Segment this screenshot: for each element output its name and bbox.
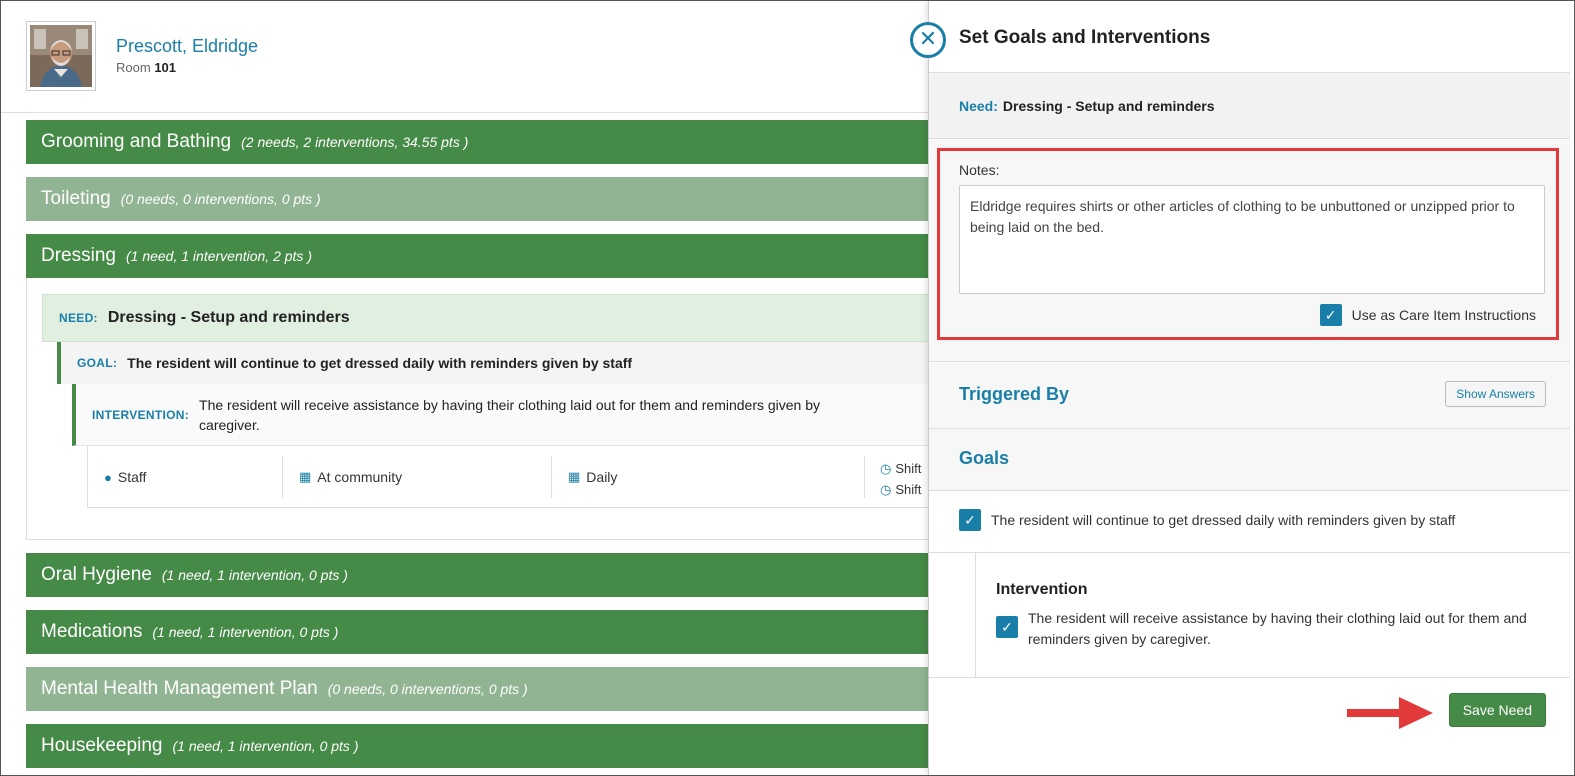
category-oral-hygiene[interactable]: Oral Hygiene (1 need, 1 intervention, 0 … [26, 553, 936, 597]
category-meta: (1 need, 1 intervention, 0 pts ) [161, 567, 348, 583]
category-name: Mental Health Management Plan [41, 678, 318, 699]
need-row[interactable]: NEED: Dressing - Setup and reminders [42, 294, 936, 342]
meta-shift-text: Shift [895, 461, 922, 476]
meta-shift-text: Shift [895, 482, 922, 497]
meta-location: ▦ At community [283, 456, 552, 498]
notes-textarea[interactable]: Eldridge requires shirts or other articl… [959, 185, 1545, 294]
goal-option[interactable]: ✓ The resident will continue to get dres… [959, 509, 1455, 531]
resident-avatar [26, 21, 96, 91]
resident-photo [30, 25, 92, 87]
meta-location-text: At community [317, 469, 403, 485]
intervention-title: Intervention [996, 581, 1088, 598]
care-item-instructions-option[interactable]: ✓ Use as Care Item Instructions [1319, 304, 1536, 326]
category-name: Medications [41, 621, 143, 642]
goal-text: The resident will continue to get dresse… [127, 355, 633, 371]
intervention-checkbox[interactable]: ✓ [996, 616, 1018, 638]
goals-title: Goals [959, 448, 1010, 468]
intervention-section: Intervention ✓ The resident will receive… [975, 553, 1570, 677]
category-mental-health[interactable]: Mental Health Management Plan (0 needs, … [26, 667, 936, 711]
category-medications[interactable]: Medications (1 need, 1 intervention, 0 p… [26, 610, 936, 654]
intervention-option[interactable]: ✓ The resident will receive assistance b… [996, 608, 1536, 650]
category-meta: (1 need, 1 intervention, 0 pts ) [152, 624, 339, 640]
care-plan-pane: Prescott, Eldridge Room 101 Grooming and… [1, 1, 936, 776]
category-toileting[interactable]: Toileting (0 needs, 0 interventions, 0 p… [26, 177, 936, 221]
panel-need-bar: Need: Dressing - Setup and reminders [929, 73, 1570, 139]
goal-row[interactable]: GOAL: The resident will continue to get … [57, 342, 936, 384]
close-icon[interactable]: ✕ [910, 22, 946, 58]
triggered-by-title: Triggered By [959, 384, 1070, 404]
panel-need-value: Dressing - Setup and reminders [1002, 97, 1215, 114]
meta-shifts: ◷ Shift ◷ Shift [880, 458, 921, 500]
triggered-by-section: Triggered By Show Answers [929, 363, 1570, 429]
care-item-checkbox[interactable]: ✓ [1319, 304, 1342, 326]
meta-staff: ● Staff [88, 456, 283, 498]
category-meta: (0 needs, 0 interventions, 0 pts ) [327, 681, 528, 697]
category-meta: (1 need, 1 intervention, 2 pts ) [125, 248, 312, 264]
category-dressing[interactable]: Dressing (1 need, 1 intervention, 2 pts … [26, 234, 936, 278]
dressing-detail: NEED: Dressing - Setup and reminders GOA… [26, 278, 936, 540]
save-need-button[interactable]: Save Need [1448, 693, 1546, 727]
meta-frequency-text: Daily [586, 469, 618, 485]
notes-label: Notes: [959, 162, 1000, 178]
category-name: Grooming and Bathing [41, 131, 232, 152]
meta-frequency: ▦ Daily [552, 456, 865, 498]
notes-section: Notes: Eldridge requires shirts or other… [929, 140, 1570, 362]
category-housekeeping[interactable]: Housekeeping (1 need, 1 intervention, 0 … [26, 724, 936, 768]
room-number: 101 [154, 60, 177, 75]
category-name: Dressing [41, 245, 116, 266]
clock-icon: ◷ [880, 482, 892, 497]
category-meta: (0 needs, 0 interventions, 0 pts ) [120, 191, 321, 207]
category-meta: (1 need, 1 intervention, 0 pts ) [172, 738, 359, 754]
user-icon: ● [104, 469, 112, 485]
panel-footer: Save Need [929, 677, 1570, 775]
category-meta: (2 needs, 2 interventions, 34.55 pts ) [241, 134, 469, 150]
intervention-tag: INTERVENTION: [92, 407, 190, 422]
goal-checkbox[interactable]: ✓ [959, 509, 981, 531]
resident-room: Room 101 [116, 60, 176, 75]
goals-section: Goals [929, 429, 1570, 491]
intervention-row[interactable]: INTERVENTION: The resident will receive … [72, 384, 936, 446]
show-answers-button[interactable]: Show Answers [1445, 381, 1546, 407]
resident-header: Prescott, Eldridge Room 101 [1, 1, 936, 113]
intervention-meta: ● Staff ▦ At community ▦ Daily ◷ Shift ◷ S… [87, 446, 936, 508]
category-name: Toileting [41, 188, 111, 209]
need-tag: NEED: [59, 311, 98, 325]
arrow-pointer-icon [1347, 697, 1433, 729]
meta-staff-text: Staff [117, 469, 147, 485]
goal-option-label: The resident will continue to get dresse… [991, 512, 1456, 528]
resident-name[interactable]: Prescott, Eldridge [116, 36, 258, 57]
goals-panel: ✕ Set Goals and Interventions Need: Dres… [910, 1, 1570, 775]
goal-tag: GOAL: [77, 356, 118, 370]
intervention-option-label: The resident will receive assistance by … [1028, 610, 1527, 647]
category-name: Oral Hygiene [41, 564, 152, 585]
room-label: Room [116, 60, 151, 75]
panel-title: Set Goals and Interventions [959, 27, 1211, 48]
calendar-icon: ▦ [568, 469, 581, 484]
building-icon: ▦ [299, 469, 312, 484]
category-name: Housekeeping [41, 735, 163, 756]
need-text: Dressing - Setup and reminders [107, 309, 350, 326]
category-grooming-and-bathing[interactable]: Grooming and Bathing (2 needs, 2 interve… [26, 120, 936, 164]
panel-need-label: Need: [959, 97, 998, 114]
intervention-text: The resident will receive assistance by … [199, 396, 821, 433]
care-item-label: Use as Care Item Instructions [1351, 307, 1536, 323]
clock-icon: ◷ [880, 461, 892, 476]
